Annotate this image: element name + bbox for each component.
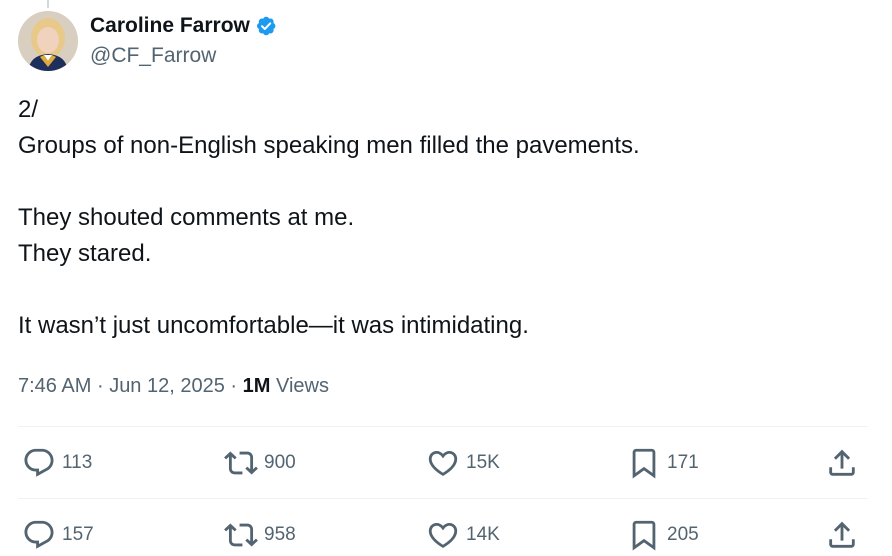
share-icon — [829, 449, 855, 476]
repost-icon — [224, 451, 258, 475]
repost-count: 958 — [264, 524, 296, 545]
reply-button[interactable]: 113 — [22, 443, 92, 483]
tweet-date[interactable]: Jun 12, 2025 — [109, 375, 225, 397]
share-button[interactable] — [825, 443, 859, 483]
repost-count: 900 — [264, 452, 296, 473]
like-button[interactable]: 14K — [426, 515, 500, 555]
tweet-line: They shouted comments at me. — [18, 204, 355, 231]
reply-icon — [24, 520, 54, 549]
avatar[interactable] — [18, 11, 78, 71]
tweet-line: Groups of non-English speaking men fille… — [18, 132, 640, 159]
like-count: 15K — [466, 452, 500, 473]
like-button[interactable]: 15K — [426, 443, 500, 483]
tweet-text: 2/ Groups of non-English speaking men fi… — [18, 92, 868, 344]
reply-button[interactable]: 157 — [22, 515, 94, 555]
share-button[interactable] — [825, 515, 859, 555]
repost-icon — [224, 523, 258, 547]
heart-icon — [428, 450, 458, 476]
tweet-line: It wasn’t just uncomfortable—it was inti… — [18, 312, 529, 339]
action-bar: 113 900 15K 171 — [18, 443, 868, 483]
meta-separator: · — [230, 375, 238, 397]
divider — [18, 426, 868, 427]
share-icon — [829, 521, 855, 548]
views-count[interactable]: 1M — [243, 375, 271, 397]
tweet-time[interactable]: 7:46 AM — [18, 375, 91, 397]
author-name-row: Caroline Farrow — [90, 12, 277, 40]
reply-count: 113 — [62, 452, 93, 473]
author-display-name[interactable]: Caroline Farrow — [90, 12, 250, 40]
meta-separator: · — [96, 375, 104, 397]
bookmark-icon — [632, 448, 656, 479]
views-label[interactable]: Views — [276, 375, 329, 397]
tweet-line: 2/ — [18, 96, 39, 123]
repost-button[interactable]: 958 — [224, 515, 296, 555]
tweet-line: They stared. — [18, 240, 152, 267]
bookmark-count: 205 — [667, 524, 699, 545]
tweet-line — [18, 272, 868, 308]
reply-icon — [24, 448, 54, 477]
reply-count: 157 — [62, 524, 94, 545]
bookmark-button[interactable]: 205 — [627, 515, 699, 555]
bookmark-count: 171 — [667, 452, 699, 473]
heart-icon — [428, 522, 458, 548]
divider — [18, 498, 868, 499]
avatar-image — [18, 11, 78, 71]
like-count: 14K — [466, 524, 500, 545]
tweet-line — [18, 164, 868, 200]
thread-connector-line — [47, 0, 49, 8]
verified-badge-icon — [256, 16, 276, 36]
bookmark-icon — [632, 520, 656, 551]
author-handle[interactable]: @CF_Farrow — [90, 42, 216, 70]
repost-button[interactable]: 900 — [224, 443, 296, 483]
tweet-meta: 7:46 AM · Jun 12, 2025 · 1M Views — [18, 371, 329, 401]
action-bar: 157 958 14K 205 — [18, 515, 868, 555]
bookmark-button[interactable]: 171 — [627, 443, 699, 483]
